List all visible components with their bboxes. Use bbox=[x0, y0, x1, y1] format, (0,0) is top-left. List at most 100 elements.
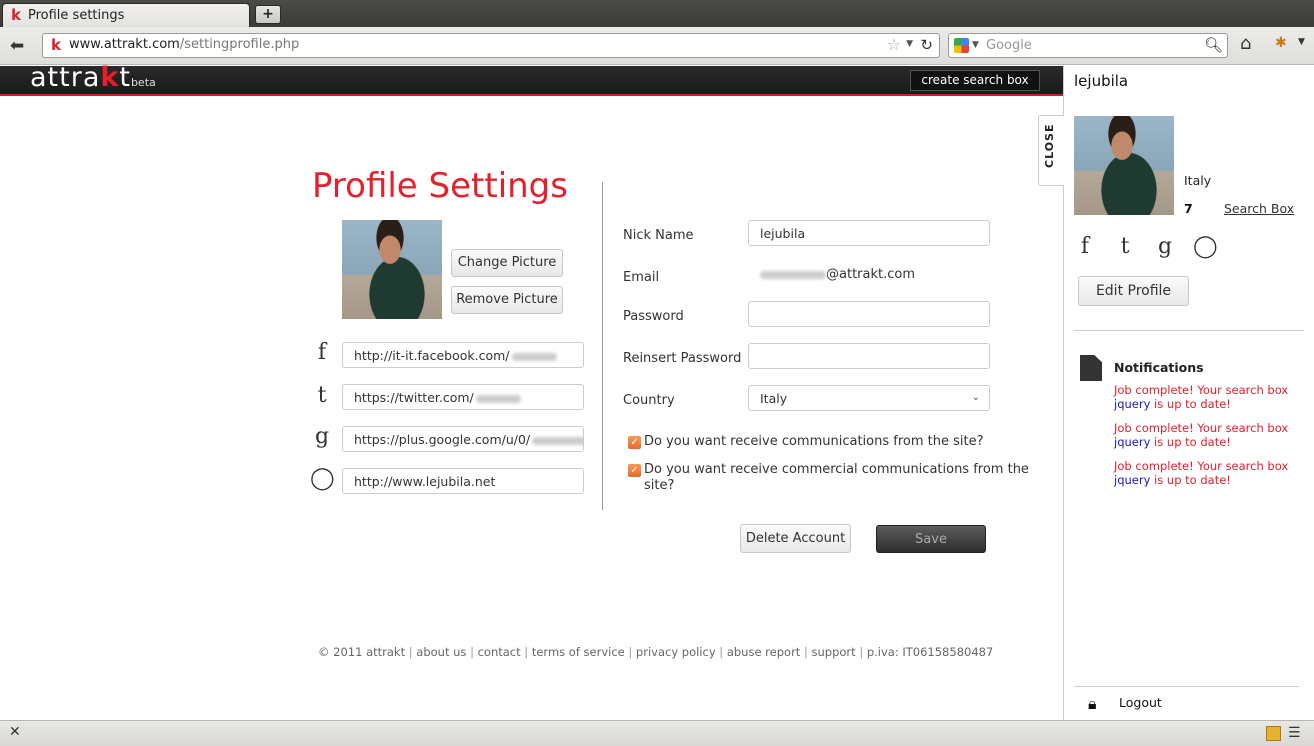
footer-link-support[interactable]: support bbox=[812, 645, 856, 659]
footer-link-abuse[interactable]: abuse report bbox=[727, 645, 800, 659]
email-value: @attrakt.com bbox=[760, 267, 915, 282]
lock-icon: 🔒︎ bbox=[1088, 694, 1097, 713]
notification-text: Job complete! Your search box bbox=[1114, 383, 1289, 397]
browser-tab-bar: k Profile settings + bbox=[0, 0, 1314, 27]
communications-checkbox[interactable]: ✓ bbox=[628, 436, 641, 449]
google-plus-icon: g bbox=[314, 424, 330, 449]
bookmark-star-icon[interactable]: ☆ bbox=[887, 35, 901, 54]
chevron-down-icon[interactable]: ▼ bbox=[1298, 37, 1305, 47]
browser-nav-bar: ⬅ k www.attrakt.com/settingprofile.php ☆… bbox=[0, 27, 1314, 65]
notifications-title: Notifications bbox=[1114, 360, 1204, 375]
google-logo-icon[interactable] bbox=[954, 38, 969, 53]
new-tab-button[interactable]: + bbox=[255, 5, 281, 24]
communications-checkbox-label: Do you want receive communications from … bbox=[644, 434, 984, 449]
notification-text: Job complete! Your search box bbox=[1114, 421, 1289, 435]
search-engine-dropdown-icon[interactable]: ▼ bbox=[972, 40, 979, 50]
list-icon[interactable]: ☰ bbox=[1288, 725, 1301, 741]
create-search-box-button[interactable]: create search box bbox=[910, 70, 1040, 91]
remove-picture-button[interactable]: Remove Picture bbox=[451, 286, 563, 314]
google-plus-url-input[interactable]: https://plus.google.com/u/0/ bbox=[342, 426, 584, 452]
search-placeholder: Google bbox=[986, 38, 1032, 53]
url-text: www.attrakt.com/settingprofile.php bbox=[69, 37, 299, 52]
notification-item[interactable]: Job complete! Your search box jquery is u… bbox=[1114, 459, 1299, 487]
password-input[interactable] bbox=[748, 301, 990, 327]
sidebar-country: Italy bbox=[1184, 173, 1212, 188]
notification-keyword[interactable]: jquery bbox=[1114, 435, 1150, 449]
close-label: CLOSE bbox=[1043, 123, 1056, 168]
reinsert-password-input[interactable] bbox=[748, 343, 990, 369]
back-arrow-icon[interactable]: ⬅ bbox=[10, 36, 24, 56]
footer: © 2011 attrakt | about us | contact | te… bbox=[318, 645, 994, 659]
twitter-icon[interactable]: t bbox=[1113, 234, 1137, 259]
close-sidebar-tab[interactable]: CLOSE bbox=[1038, 115, 1064, 186]
url-domain: www.attrakt.com bbox=[69, 37, 180, 52]
footer-link-contact[interactable]: contact bbox=[478, 645, 521, 659]
notification-keyword[interactable]: jquery bbox=[1114, 397, 1150, 411]
google-plus-url-value: https://plus.google.com/u/0/ bbox=[354, 432, 531, 447]
home-icon[interactable]: ⌂ bbox=[1240, 33, 1251, 54]
sidebar-avatar bbox=[1074, 116, 1174, 215]
redacted-text bbox=[760, 270, 826, 279]
notification-item[interactable]: Job complete! Your search box jquery is u… bbox=[1114, 383, 1299, 411]
footer-link-privacy[interactable]: privacy policy bbox=[636, 645, 716, 659]
notification-item[interactable]: Job complete! Your search box jquery is u… bbox=[1114, 421, 1299, 449]
reinsert-password-label: Reinsert Password bbox=[623, 351, 742, 366]
reload-icon[interactable]: ↻ bbox=[920, 36, 933, 54]
logout-link[interactable]: Logout bbox=[1119, 695, 1162, 710]
notification-text: Job complete! Your search box bbox=[1114, 459, 1289, 473]
facebook-icon[interactable]: f bbox=[1073, 234, 1097, 259]
sidebar-divider bbox=[1074, 686, 1299, 687]
notification-text-end: is up to date! bbox=[1150, 473, 1231, 487]
redacted-text bbox=[511, 352, 557, 361]
browser-search-bar[interactable]: ▼ Google 🔍︎ bbox=[948, 33, 1228, 58]
edit-profile-button[interactable]: Edit Profile bbox=[1078, 276, 1189, 306]
search-icon[interactable]: 🔍︎ bbox=[1204, 36, 1223, 54]
sidebar-divider bbox=[1074, 330, 1304, 331]
email-label: Email bbox=[623, 270, 660, 285]
logo-beta: beta bbox=[130, 76, 156, 89]
footer-link-terms[interactable]: terms of service bbox=[532, 645, 625, 659]
tab-title: Profile settings bbox=[28, 8, 125, 23]
browser-status-bar: ✕ ☰ bbox=[0, 720, 1314, 746]
facebook-url-input[interactable]: http://it-it.facebook.com/ bbox=[342, 342, 584, 368]
search-box-link[interactable]: Search Box bbox=[1224, 201, 1294, 216]
footer-copyright: © 2011 attrakt bbox=[318, 645, 406, 659]
footer-piva: p.iva: IT06158580487 bbox=[866, 645, 994, 659]
redacted-text bbox=[475, 394, 521, 403]
browser-tab[interactable]: k Profile settings bbox=[2, 3, 250, 27]
nick-name-value: lejubila bbox=[760, 226, 806, 241]
country-value: Italy bbox=[760, 391, 788, 406]
logo-text: attra bbox=[30, 62, 101, 93]
twitter-url-value: https://twitter.com/ bbox=[354, 390, 474, 405]
notification-text-end: is up to date! bbox=[1150, 435, 1231, 449]
addon-bar-icon[interactable] bbox=[1266, 726, 1281, 741]
save-button[interactable]: Save bbox=[876, 525, 986, 553]
history-dropdown-icon[interactable]: ▼ bbox=[906, 39, 913, 49]
twitter-icon: t bbox=[317, 383, 327, 408]
attrakt-logo[interactable]: attraktbeta bbox=[30, 62, 156, 93]
address-bar[interactable]: k www.attrakt.com/settingprofile.php ☆ ▼… bbox=[42, 33, 940, 58]
commercial-checkbox-label-line2: site? bbox=[644, 478, 675, 493]
country-select[interactable]: Italy ⌄ bbox=[748, 385, 990, 411]
facebook-url-value: http://it-it.facebook.com/ bbox=[354, 348, 510, 363]
speech-bubble-icon[interactable]: ◯ bbox=[1193, 234, 1218, 259]
nick-name-label: Nick Name bbox=[623, 228, 694, 243]
google-plus-icon[interactable]: g bbox=[1153, 234, 1177, 259]
nick-name-input[interactable]: lejubila bbox=[748, 220, 990, 246]
site-favicon-icon: k bbox=[51, 36, 61, 54]
password-label: Password bbox=[623, 309, 684, 324]
page-title: Profile Settings bbox=[312, 166, 568, 206]
addon-icon[interactable]: ✱ bbox=[1275, 35, 1287, 51]
logo-k: k bbox=[100, 62, 120, 93]
website-url-input[interactable]: http://www.lejubila.net bbox=[342, 468, 584, 494]
website-url-value: http://www.lejubila.net bbox=[354, 474, 496, 489]
url-path: /settingprofile.php bbox=[179, 37, 300, 52]
change-picture-button[interactable]: Change Picture bbox=[451, 249, 563, 277]
email-domain: @attrakt.com bbox=[826, 267, 915, 282]
notification-keyword[interactable]: jquery bbox=[1114, 473, 1150, 487]
commercial-communications-checkbox[interactable]: ✓ bbox=[628, 464, 641, 477]
delete-account-button[interactable]: Delete Account bbox=[740, 524, 851, 553]
close-icon[interactable]: ✕ bbox=[9, 724, 21, 740]
footer-link-about[interactable]: about us bbox=[416, 645, 466, 659]
twitter-url-input[interactable]: https://twitter.com/ bbox=[342, 384, 584, 410]
